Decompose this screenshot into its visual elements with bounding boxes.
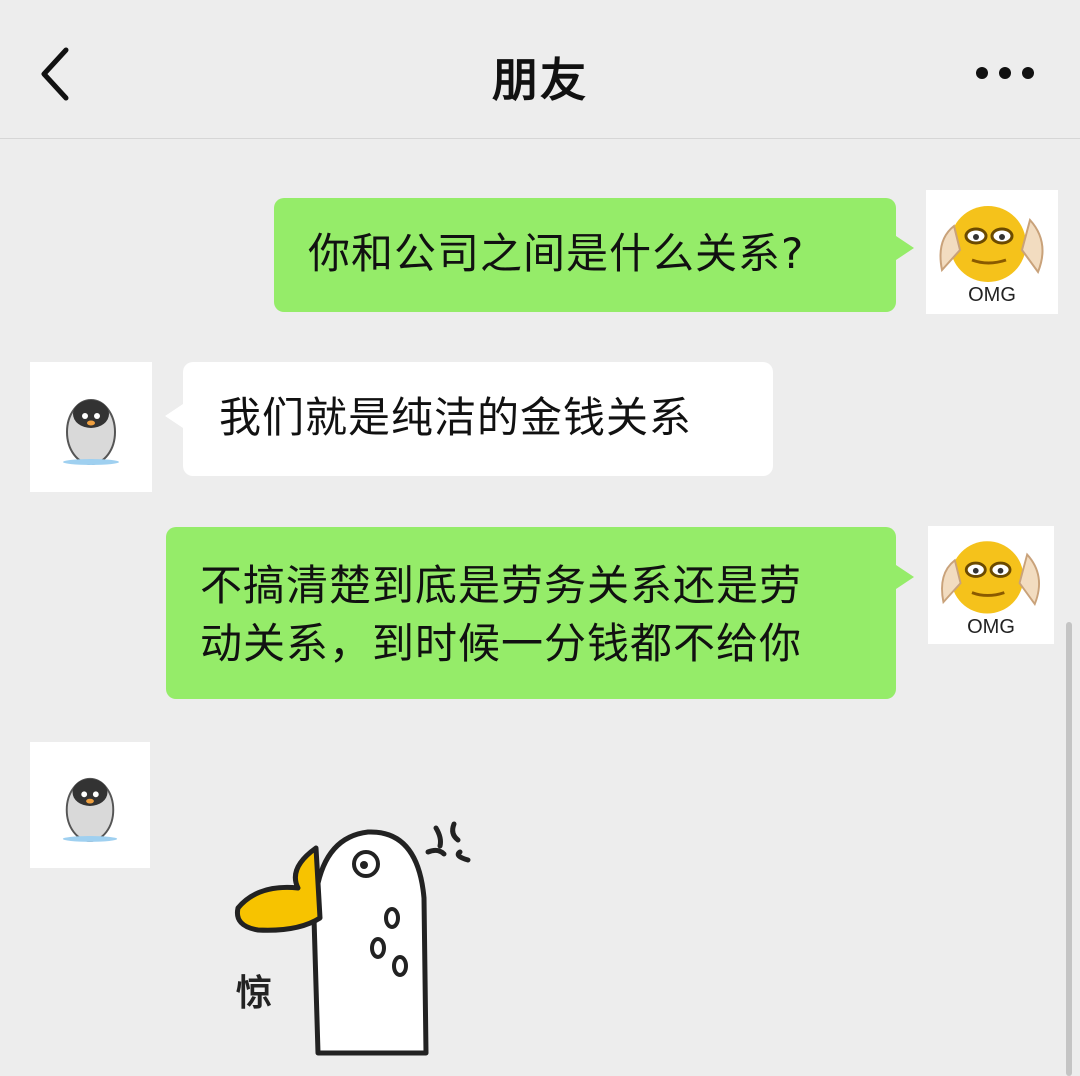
message-bubble-incoming[interactable]: 我们就是纯洁的金钱关系: [165, 362, 773, 476]
message-bubble-outgoing[interactable]: 不搞清楚到底是劳务关系还是劳 动关系，到时候一分钱都不给你: [166, 527, 914, 699]
avatar-self[interactable]: OMG: [926, 190, 1058, 314]
message-text: 你和公司之间是什么关系?: [308, 229, 805, 278]
avatar-caption: OMG: [967, 616, 1015, 638]
more-horizontal-icon: [976, 67, 1034, 79]
message-text-line: 不搞清楚到底是劳务关系还是劳: [200, 561, 803, 610]
message-bubble-outgoing[interactable]: 你和公司之间是什么关系?: [274, 198, 914, 312]
avatar-friend[interactable]: [30, 742, 150, 868]
avatar-caption: OMG: [968, 284, 1016, 306]
message-text: 我们就是纯洁的金钱关系: [219, 393, 693, 442]
shocked-duck-sticker-icon: [234, 821, 471, 1056]
avatar-self[interactable]: OMG: [928, 526, 1054, 644]
sticker-caption: 惊: [236, 973, 273, 1014]
more-options-button[interactable]: [974, 60, 1036, 86]
avatar-friend[interactable]: [30, 362, 152, 492]
chat-header: 朋友: [0, 0, 1080, 139]
penguin-avatar-icon: [62, 777, 118, 842]
penguin-avatar-icon: [63, 399, 119, 465]
duck-sticker[interactable]: [228, 808, 490, 1070]
chat-title: 朋友: [492, 53, 588, 107]
scrollbar[interactable]: [1066, 622, 1072, 1076]
message-text-line: 动关系，到时候一分钱都不给你: [200, 619, 803, 668]
